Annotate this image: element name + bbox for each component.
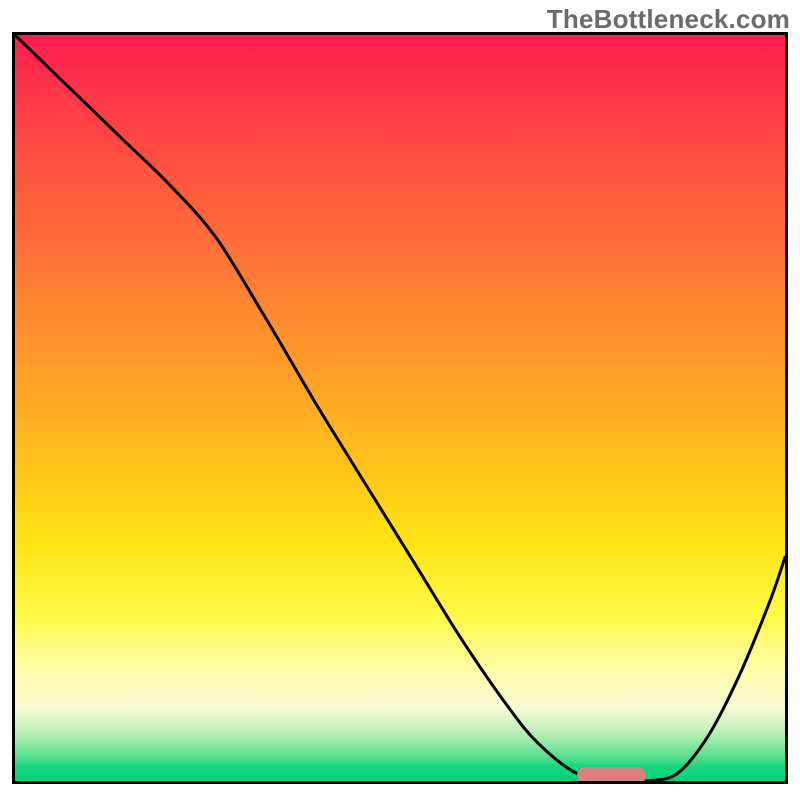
bottleneck-curve-path <box>15 35 785 781</box>
chart-frame: TheBottleneck.com <box>0 0 800 800</box>
curve-svg <box>15 35 785 781</box>
plot-area <box>12 32 788 784</box>
watermark-text: TheBottleneck.com <box>547 4 790 35</box>
optimal-range-marker <box>577 767 646 784</box>
